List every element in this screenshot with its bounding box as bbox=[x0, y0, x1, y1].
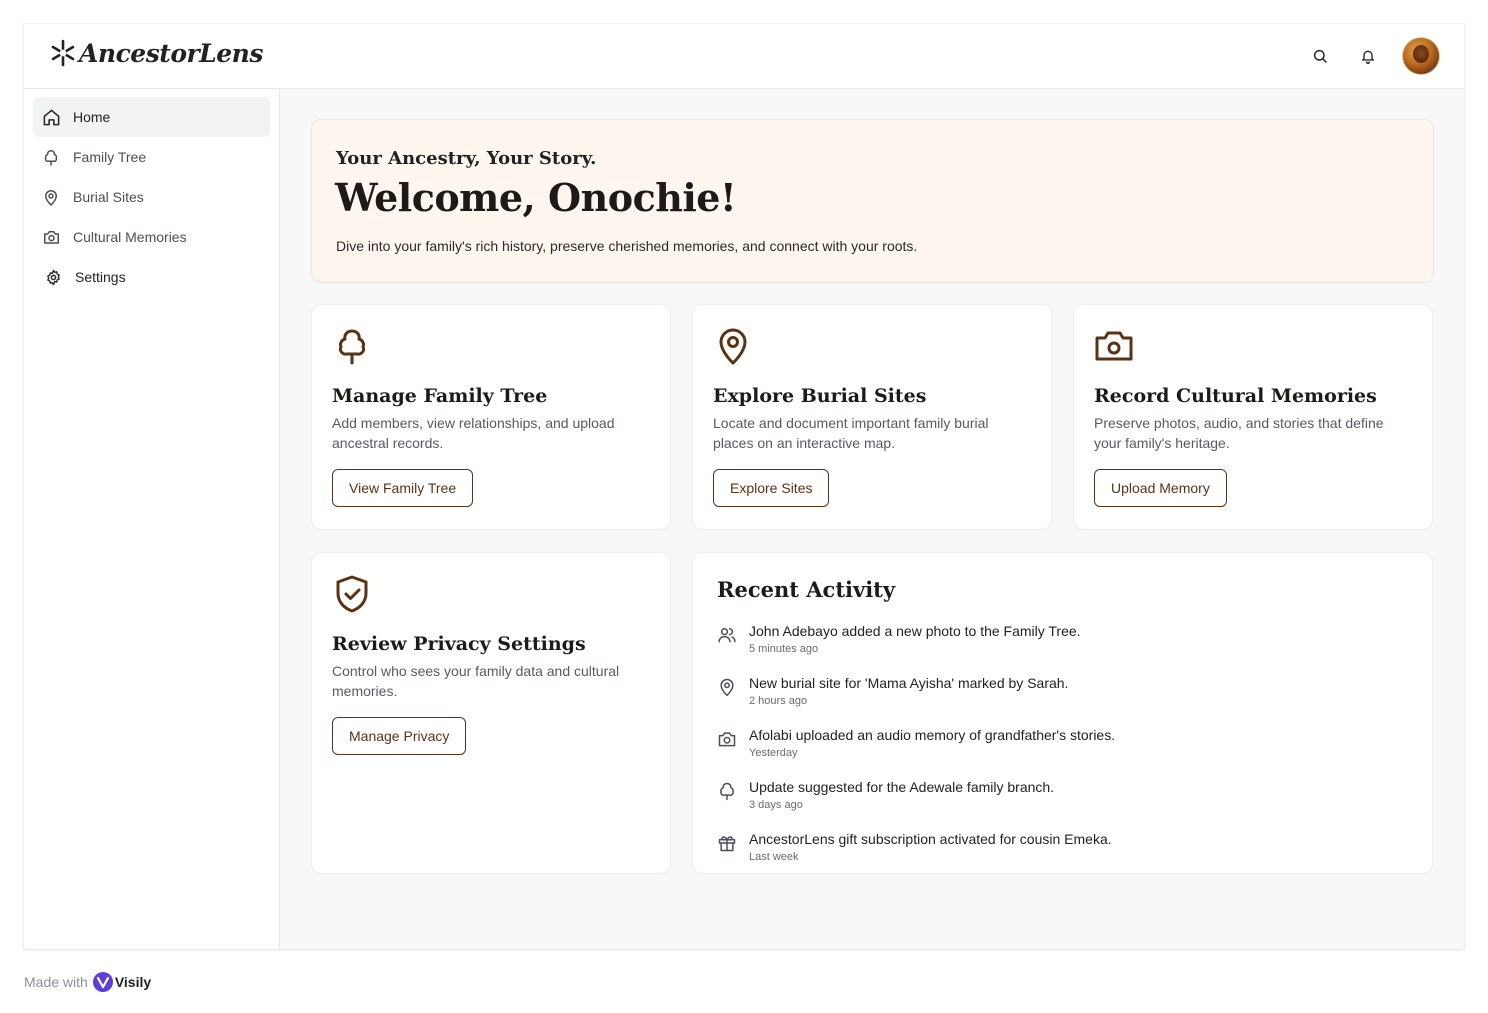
activity-time: 5 minutes ago bbox=[749, 643, 819, 655]
visily-logo-icon bbox=[92, 972, 113, 992]
logo-icon bbox=[51, 39, 75, 67]
shield-check-icon bbox=[336, 575, 368, 613]
activity-time: Yesterday bbox=[749, 747, 798, 759]
card-description: Control who sees your family data and cu… bbox=[332, 663, 620, 699]
card-title: Record Cultural Memories bbox=[1094, 385, 1377, 407]
sidebar-item-home[interactable]: Home bbox=[33, 97, 270, 137]
activity-item[interactable]: Update suggested for the Adewale family … bbox=[717, 779, 1397, 823]
tree-icon bbox=[720, 782, 734, 801]
map-pin-icon bbox=[720, 678, 734, 697]
app-window: AncestorLens Home Family Tree Burial Sit… bbox=[24, 24, 1464, 949]
top-actions bbox=[1306, 37, 1440, 75]
camera-icon bbox=[718, 732, 736, 747]
welcome-banner: Your Ancestry, Your Story. Welcome, Onoc… bbox=[311, 119, 1434, 283]
sidebar-item-label: Settings bbox=[75, 269, 126, 285]
activity-text: Update suggested for the Adewale family … bbox=[749, 779, 1055, 795]
activity-item[interactable]: New burial site for 'Mama Ayisha' marked… bbox=[717, 675, 1397, 719]
activity-text: Afolabi uploaded an audio memory of gran… bbox=[749, 727, 1116, 743]
card-title: Explore Burial Sites bbox=[713, 385, 927, 407]
map-pin-icon bbox=[41, 187, 61, 207]
upload-memory-button[interactable]: Upload Memory bbox=[1094, 469, 1227, 507]
users-icon bbox=[718, 628, 736, 643]
card-title: Manage Family Tree bbox=[332, 385, 548, 407]
main-content: Your Ancestry, Your Story. Welcome, Onoc… bbox=[280, 89, 1464, 949]
search-icon bbox=[1313, 49, 1327, 63]
activity-time: 3 days ago bbox=[749, 799, 803, 811]
visily-brand: Visily bbox=[114, 974, 152, 990]
activity-item[interactable]: AncestorLens gift subscription activated… bbox=[717, 831, 1397, 875]
sidebar-item-label: Burial Sites bbox=[73, 189, 144, 205]
sidebar-item-label: Cultural Memories bbox=[73, 229, 187, 245]
top-bar: AncestorLens bbox=[24, 24, 1464, 89]
burial-sites-card: Explore Burial Sites Locate and document… bbox=[692, 304, 1052, 530]
family-tree-card: Manage Family Tree Add members, view rel… bbox=[311, 304, 671, 530]
sidebar-item-settings[interactable]: Settings bbox=[33, 257, 270, 297]
activity-time: 2 hours ago bbox=[749, 695, 808, 707]
sidebar-item-family-tree[interactable]: Family Tree bbox=[33, 137, 270, 177]
camera-icon bbox=[41, 227, 61, 247]
app-name: AncestorLens bbox=[79, 38, 263, 68]
card-description: Locate and document important family bur… bbox=[713, 415, 989, 451]
bell-icon bbox=[1362, 50, 1374, 64]
activity-item[interactable]: John Adebayo added a new photo to the Fa… bbox=[717, 623, 1397, 667]
sidebar: Home Family Tree Burial Sites Cultural M… bbox=[24, 89, 280, 949]
tree-icon bbox=[41, 147, 61, 167]
hero-description: Dive into your family's rich history, pr… bbox=[336, 238, 918, 254]
cultural-memories-card: Record Cultural Memories Preserve photos… bbox=[1073, 304, 1433, 530]
search-button[interactable] bbox=[1306, 42, 1334, 70]
home-icon bbox=[41, 107, 61, 127]
sidebar-item-cultural-memories[interactable]: Cultural Memories bbox=[33, 217, 270, 257]
hero-subtitle: Your Ancestry, Your Story. bbox=[336, 148, 597, 169]
sidebar-item-burial-sites[interactable]: Burial Sites bbox=[33, 177, 270, 217]
card-description: Add members, view relationships, and upl… bbox=[332, 415, 615, 451]
activity-item[interactable]: Afolabi uploaded an audio memory of gran… bbox=[717, 727, 1397, 771]
camera-icon bbox=[1095, 331, 1133, 361]
activity-time: Last week bbox=[749, 851, 799, 863]
activity-text: AncestorLens gift subscription activated… bbox=[749, 831, 1112, 847]
card-description: Preserve photos, audio, and stories that… bbox=[1094, 415, 1384, 451]
sidebar-item-label: Family Tree bbox=[73, 149, 147, 165]
made-with-text: Made with bbox=[24, 974, 88, 990]
manage-privacy-button[interactable]: Manage Privacy bbox=[332, 717, 467, 755]
made-with-badge[interactable]: Made with Visily bbox=[24, 972, 151, 992]
gift-icon bbox=[718, 836, 736, 852]
hero-title: Welcome, Onochie! bbox=[335, 175, 737, 220]
gear-icon bbox=[43, 267, 63, 287]
card-title: Review Privacy Settings bbox=[332, 633, 586, 655]
activity-text: New burial site for 'Mama Ayisha' marked… bbox=[749, 675, 1069, 691]
recent-activity-panel: Recent Activity John Adebayo added a new… bbox=[692, 552, 1433, 874]
user-avatar[interactable] bbox=[1402, 37, 1440, 75]
privacy-card: Review Privacy Settings Control who sees… bbox=[311, 552, 671, 874]
activity-text: John Adebayo added a new photo to the Fa… bbox=[749, 623, 1081, 639]
notifications-button[interactable] bbox=[1354, 42, 1382, 70]
sidebar-item-label: Home bbox=[73, 109, 111, 125]
activity-title: Recent Activity bbox=[717, 577, 896, 602]
app-logo[interactable]: AncestorLens bbox=[50, 38, 263, 68]
map-pin-icon bbox=[719, 328, 747, 365]
tree-icon bbox=[338, 329, 366, 365]
view-family-tree-button[interactable]: View Family Tree bbox=[332, 469, 474, 507]
explore-sites-button[interactable]: Explore Sites bbox=[713, 469, 830, 507]
